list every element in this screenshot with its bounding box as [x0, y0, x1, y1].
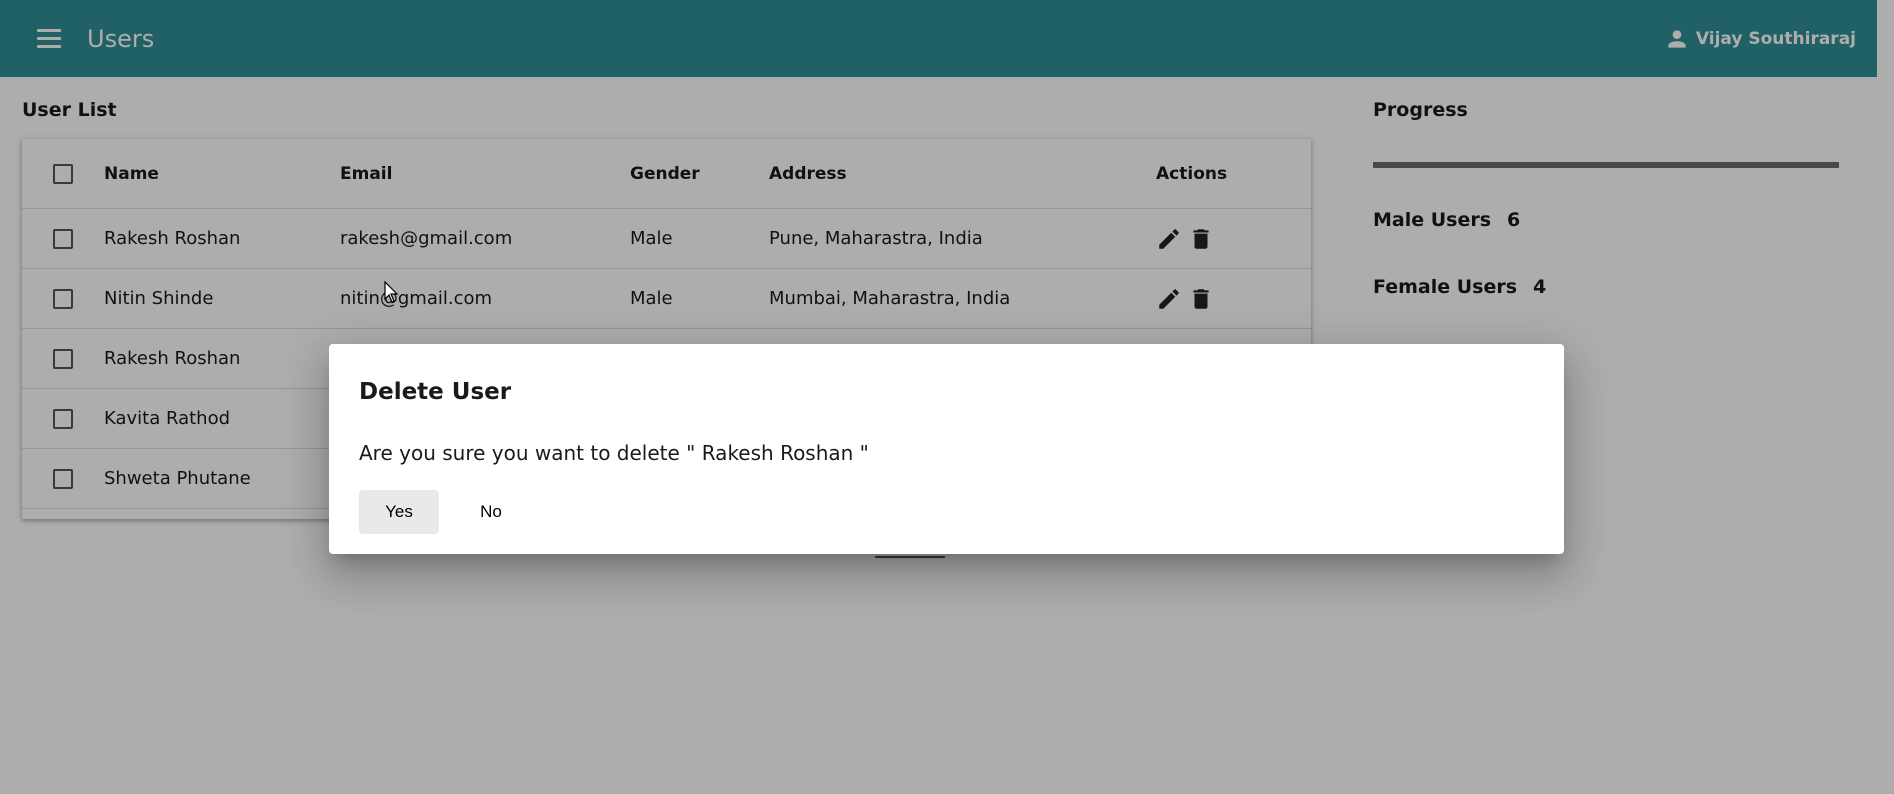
dialog-actions: Yes No	[359, 490, 531, 534]
mouse-cursor-icon	[384, 281, 399, 303]
dialog-message: Are you sure you want to delete " Rakesh…	[359, 441, 869, 465]
yes-button[interactable]: Yes	[359, 490, 439, 534]
dialog-title: Delete User	[359, 379, 512, 405]
delete-user-dialog: Delete User Are you sure you want to del…	[329, 344, 1564, 554]
no-button[interactable]: No	[451, 490, 531, 534]
